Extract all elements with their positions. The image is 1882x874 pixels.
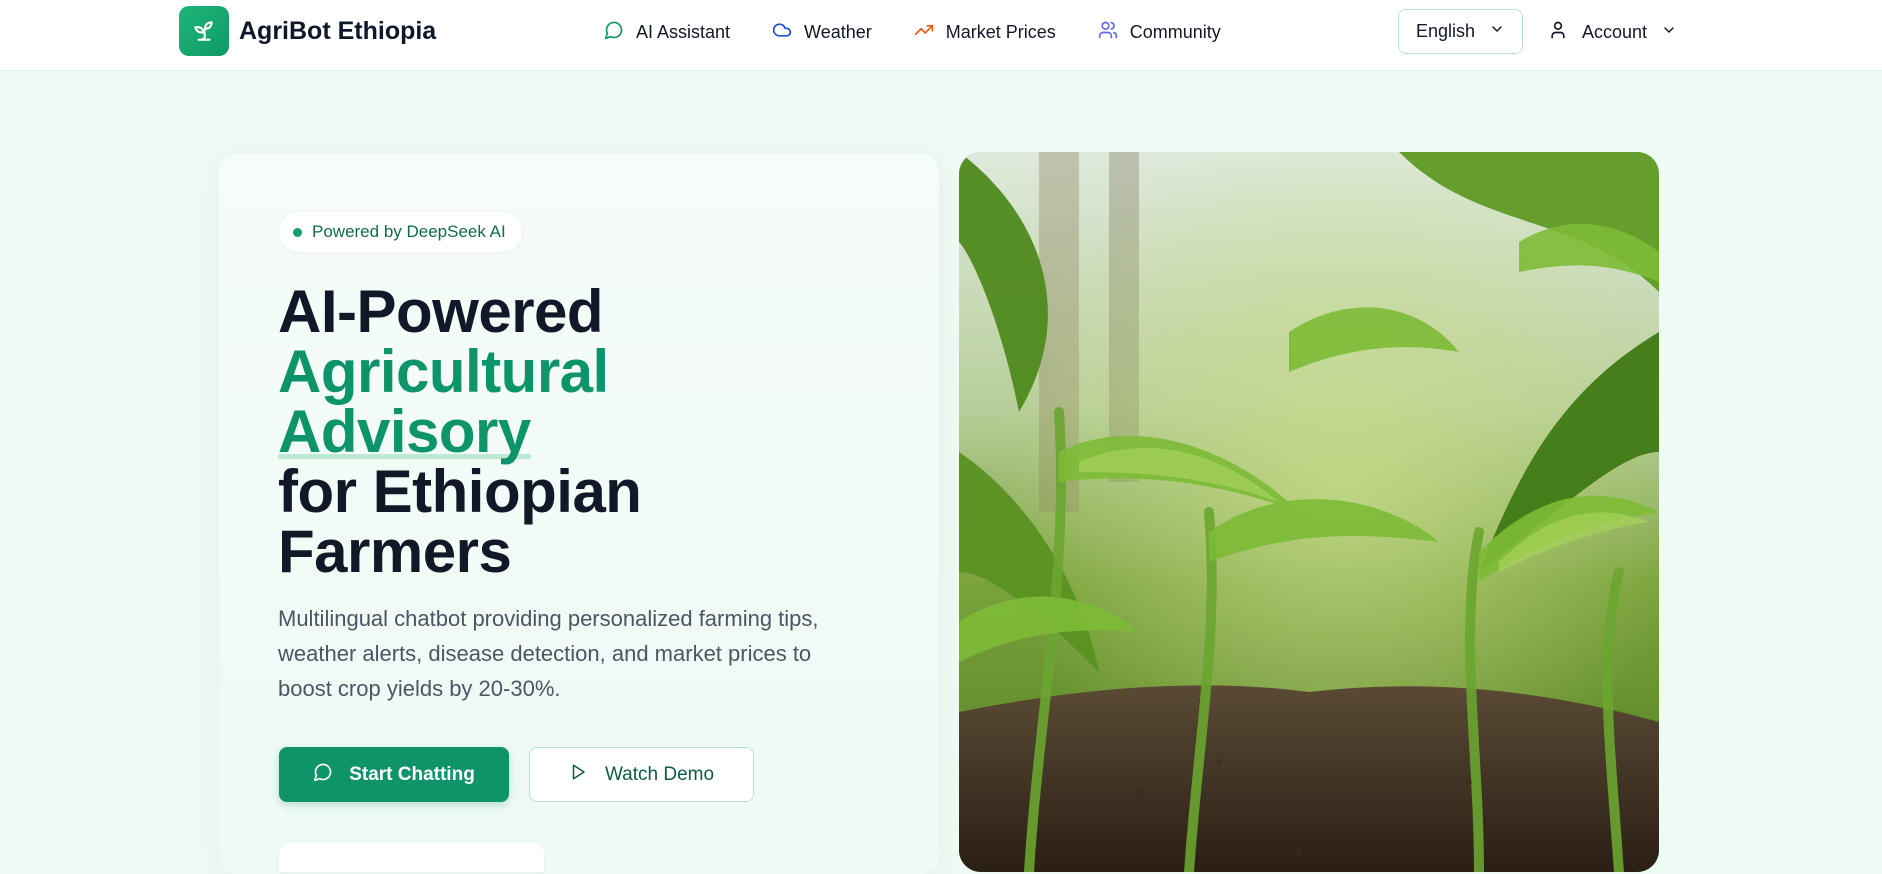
nav-item-ai-assistant[interactable]: AI Assistant [604,20,730,45]
headline-line: for Ethiopian [278,458,642,525]
nav-item-label: AI Assistant [636,21,731,42]
brand-name: AgriBot Ethiopia [239,16,437,45]
play-icon [569,763,587,787]
nav-item-community[interactable]: Community [1098,20,1221,45]
headline-highlight: Advisory [278,398,898,465]
top-navigation-bar: AgriBot Ethiopia AI Assistant Weather Ma… [0,0,1882,71]
nav-item-market-prices[interactable]: Market Prices [914,20,1056,45]
language-select[interactable]: English [1398,9,1523,54]
headline-line: Farmers [278,518,512,585]
headline-highlight: Agricultural [278,342,898,402]
trending-up-icon [914,20,934,45]
badge-label: Powered by DeepSeek AI [312,222,506,241]
powered-by-badge: Powered by DeepSeek AI [279,212,522,252]
user-icon [1548,20,1568,45]
account-label: Account [1582,21,1648,42]
headline-underlined-text: Advisory [278,398,531,465]
status-dot-icon [293,227,302,237]
start-chatting-button[interactable]: Start Chatting [279,747,509,802]
users-icon [1098,20,1118,45]
feature-card-partial [279,842,544,872]
headline-highlight-text: Agricultural [278,338,609,405]
nav-item-weather[interactable]: Weather [772,20,872,45]
nav-item-label: Market Prices [945,21,1056,42]
button-label: Start Chatting [349,763,475,785]
hero-headline: AI-Powered Agricultural Advisory for Eth… [278,282,898,582]
chevron-down-icon [1661,22,1677,43]
chat-bubble-icon [604,20,624,45]
chat-bubble-icon [313,762,333,788]
cloud-icon [772,20,792,45]
language-select-value: English [1415,21,1476,41]
sprout-icon [179,6,229,56]
young-maize-field-photo [959,152,1659,872]
watch-demo-button[interactable]: Watch Demo [529,747,754,802]
chevron-down-icon [1489,21,1505,42]
button-label: Watch Demo [604,763,715,785]
headline-line: AI-Powered [278,278,604,345]
hero-description: Multilingual chatbot providing personali… [278,606,819,701]
nav-item-label: Community [1129,21,1221,42]
main-nav: AI Assistant Weather Market Prices Commu… [604,17,1263,47]
nav-item-label: Weather [804,21,872,42]
account-menu[interactable]: Account [1548,18,1677,46]
brand[interactable]: AgriBot Ethiopia [179,6,436,56]
